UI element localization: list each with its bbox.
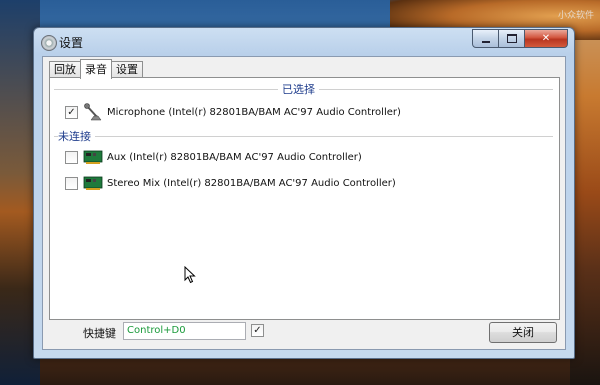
device-row-aux[interactable]: Aux (Intel(r) 82801BA/BAM AC'97 Audio Co… (65, 146, 362, 168)
aux-label: Aux (Intel(r) 82801BA/BAM AC'97 Audio Co… (107, 151, 362, 163)
hotkey-enabled-checkbox[interactable]: ✓ (251, 324, 264, 337)
settings-window: 设置 ✕ 回放 录音 设置 已选择 ✓ Microphone (Intel(r)… (33, 27, 575, 359)
aux-checkbox[interactable] (65, 150, 78, 164)
maximize-icon (506, 34, 517, 43)
titlebar[interactable]: 设置 ✕ (34, 28, 574, 56)
gear-icon (41, 35, 57, 51)
minimize-icon (481, 40, 490, 43)
window-title: 设置 (59, 36, 84, 50)
mouse-cursor-icon (184, 266, 196, 284)
unconnected-header-label: 未连接 (58, 128, 95, 144)
hotkey-input[interactable]: Control+D0 (123, 322, 246, 340)
close-window-button[interactable]: ✕ (524, 29, 568, 48)
client-area: 回放 录音 设置 已选择 ✓ Microphone (Intel(r) 8280… (42, 56, 566, 350)
watermark: 小众软件 (557, 11, 594, 21)
divider (54, 136, 553, 137)
microphone-label: Microphone (Intel(r) 82801BA/BAM AC'97 A… (107, 106, 401, 118)
sound-card-icon (83, 176, 103, 190)
device-row-stereo-mix[interactable]: Stereo Mix (Intel(r) 82801BA/BAM AC'97 A… (65, 172, 396, 194)
device-row-microphone[interactable]: ✓ Microphone (Intel(r) 82801BA/BAM AC'97… (65, 101, 401, 123)
hotkey-label: 快捷键 (83, 327, 116, 340)
close-button[interactable]: 关闭 (489, 322, 557, 343)
recording-panel: 已选择 ✓ Microphone (Intel(r) 82801BA/BAM A… (49, 77, 560, 320)
stereo-mix-checkbox[interactable] (65, 176, 78, 190)
microphone-checkbox[interactable]: ✓ (65, 105, 78, 119)
tab-strip: 回放 录音 设置 (49, 59, 143, 79)
tab-playback[interactable]: 回放 (49, 61, 81, 78)
footer-bar: 快捷键 Control+D0 ✓ 关闭 (43, 320, 565, 348)
selected-group-header: 已选择 (54, 81, 553, 97)
tab-settings[interactable]: 设置 (111, 61, 143, 78)
maximize-button[interactable] (498, 29, 525, 48)
caption-buttons: ✕ (472, 29, 568, 48)
minimize-button[interactable] (472, 29, 499, 48)
unconnected-group-header: 未连接 (54, 128, 553, 144)
tab-recording[interactable]: 录音 (80, 59, 112, 79)
selected-header-label: 已选择 (278, 81, 319, 97)
microphone-icon (84, 103, 102, 121)
sound-card-icon (83, 150, 103, 164)
stereo-mix-label: Stereo Mix (Intel(r) 82801BA/BAM AC'97 A… (107, 177, 396, 189)
close-icon: ✕ (541, 33, 551, 44)
